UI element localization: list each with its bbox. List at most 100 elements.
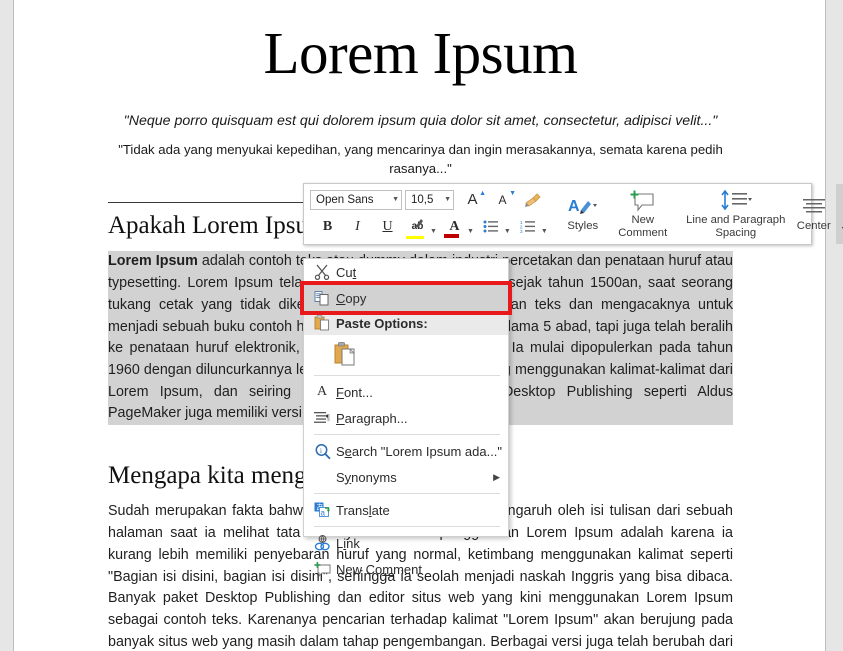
align-center-label: Center [796, 220, 831, 232]
bullets-icon[interactable] [480, 216, 503, 238]
context-menu-paste-options-header: Paste Options: [304, 311, 508, 335]
font-a-icon: A [316, 384, 328, 399]
context-menu-item-synonyms[interactable]: Synonyms ▶ [304, 464, 508, 490]
chevron-down-icon[interactable]: ▼ [540, 213, 550, 240]
context-menu-item-paragraph[interactable]: ¶ Paragraph... [304, 405, 508, 431]
svg-text:A: A [568, 198, 580, 215]
new-comment-icon [308, 558, 336, 580]
toolbar-font-group: Open Sans ▼ 10,5 ▼ A ▲ A ▼ B I U ▼ A ▼ ▼… [304, 184, 552, 244]
svg-text:3: 3 [520, 229, 523, 233]
line-spacing-svg [721, 189, 752, 210]
screen: Lorem Ipsum "Neque porro quisquam est qu… [0, 0, 843, 651]
bullets-svg [483, 220, 499, 233]
context-menu-label-synonyms: Synonyms [336, 469, 397, 485]
svg-text:a: a [321, 509, 326, 518]
shrink-font-glyph: A [498, 192, 507, 207]
context-menu-item-copy[interactable]: Copy [304, 285, 508, 311]
numbering-icon[interactable]: 1 2 3 [517, 216, 540, 238]
paste-keep-source-formatting-icon[interactable] [334, 341, 356, 367]
search-svg: i [315, 443, 331, 459]
font-name-value: Open Sans [316, 193, 374, 206]
paragraph-svg: ¶ [314, 412, 330, 423]
down-arrow-icon: ▼ [509, 189, 516, 197]
align-center-icon [801, 194, 827, 220]
new-comment-button[interactable]: New Comment [614, 184, 672, 244]
context-menu-item-font[interactable]: A Font... [304, 379, 508, 405]
svg-text:¶: ¶ [326, 413, 330, 422]
new-comment-svg [630, 190, 654, 212]
align-center-svg [802, 199, 825, 213]
copy-svg [314, 291, 329, 306]
chevron-right-icon: ▶ [493, 471, 500, 482]
search-magnifier-icon: i [308, 440, 336, 462]
scissors-svg [314, 264, 330, 280]
font-color-icon[interactable]: A [443, 216, 466, 238]
chevron-down-icon[interactable]: ▼ [429, 213, 439, 240]
translate-icon: あ a [308, 499, 336, 521]
new-comment-label: New Comment [618, 213, 668, 239]
marker-pen-icon [416, 218, 423, 228]
context-menu-label-translate: Translate [336, 502, 390, 518]
context-menu-label-new-comment: New Comment [336, 561, 422, 577]
font-color-swatch [443, 233, 459, 238]
context-menu-label-cut: Cut [336, 264, 357, 280]
context-menu-item-link[interactable]: Link [304, 530, 508, 556]
context-menu[interactable]: Cut Copy Paste Options: A Font... ¶ Para… [303, 258, 509, 577]
context-menu-label-paragraph: Paragraph... [336, 410, 408, 426]
context-menu-label-search: Search "Lorem Ipsum ada..." [336, 443, 503, 459]
mini-floating-toolbar[interactable]: Open Sans ▼ 10,5 ▼ A ▲ A ▼ B I U ▼ A ▼ ▼… [303, 183, 843, 245]
context-menu-divider [314, 375, 500, 376]
underline-button[interactable]: U [376, 216, 399, 238]
font-size-combobox[interactable]: 10,5 ▼ [405, 189, 454, 210]
numbering-svg: 1 2 3 [520, 220, 536, 233]
context-menu-label-copy: Copy [336, 290, 367, 306]
up-arrow-icon: ▲ [479, 189, 486, 197]
text-highlight-color-icon[interactable]: ab [406, 216, 429, 239]
line-and-paragraph-spacing-icon [719, 188, 753, 214]
font-name-combobox[interactable]: Open Sans ▼ [310, 189, 402, 210]
align-center-button[interactable]: Center [792, 184, 836, 244]
document-title: Lorem Ipsum [263, 20, 578, 86]
line-paragraph-spacing-label: Line and Paragraph Spacing [686, 213, 786, 239]
toolbar-font-row-top: Open Sans ▼ 10,5 ▼ A ▲ A ▼ [310, 188, 550, 211]
line-paragraph-spacing-button[interactable]: Line and Paragraph Spacing [680, 184, 792, 244]
context-menu-item-cut[interactable]: Cut [304, 259, 508, 285]
paste-options-label: Paste Options: [336, 315, 428, 331]
chevron-down-icon[interactable]: ▼ [386, 196, 399, 203]
context-menu-label-link: Link [336, 535, 360, 551]
scissors-icon [308, 261, 336, 283]
document-quote-latin: "Neque porro quisquam est qui dolorem ip… [123, 113, 718, 129]
svg-text:i: i [320, 447, 322, 455]
styles-label: Styles [567, 220, 599, 232]
align-justify-button[interactable]: Justify [835, 184, 843, 244]
paragraph-icon: ¶ [308, 407, 336, 429]
chevron-down-icon[interactable]: ▼ [438, 196, 451, 203]
font-size-value: 10,5 [411, 193, 434, 206]
context-menu-divider [314, 526, 500, 527]
context-menu-divider [314, 493, 500, 494]
font-color-glyph: A [449, 218, 460, 234]
bold-button[interactable]: B [316, 216, 339, 238]
paragraph-1-lead: Lorem Ipsum [108, 253, 198, 270]
paste-options-row[interactable] [304, 335, 508, 372]
link-svg [314, 535, 330, 551]
chevron-down-icon[interactable]: ▼ [466, 213, 476, 240]
styles-icon: A [568, 194, 598, 220]
context-menu-item-new-comment[interactable]: New Comment [304, 556, 508, 582]
styles-button[interactable]: A Styles [560, 184, 606, 244]
context-menu-item-translate[interactable]: あ a Translate [304, 497, 508, 523]
toolbar-font-row-bottom: B I U ab ▼ A ▼ [310, 213, 550, 240]
new-comment-menu-svg [313, 561, 330, 577]
no-icon-placeholder [308, 466, 336, 488]
context-menu-item-search[interactable]: i Search "Lorem Ipsum ada..." [304, 438, 508, 464]
format-painter-svg [524, 192, 541, 207]
chevron-down-icon[interactable]: ▼ [503, 213, 513, 240]
shrink-font-icon[interactable]: A ▼ [490, 189, 516, 211]
paste-svg [314, 315, 329, 331]
highlight-color-swatch [406, 235, 424, 239]
grow-font-icon[interactable]: A ▲ [460, 189, 486, 211]
paste-icon [308, 312, 336, 334]
italic-button[interactable]: I [346, 216, 369, 238]
format-painter-icon[interactable] [521, 189, 544, 211]
paste-button-svg [334, 341, 355, 365]
